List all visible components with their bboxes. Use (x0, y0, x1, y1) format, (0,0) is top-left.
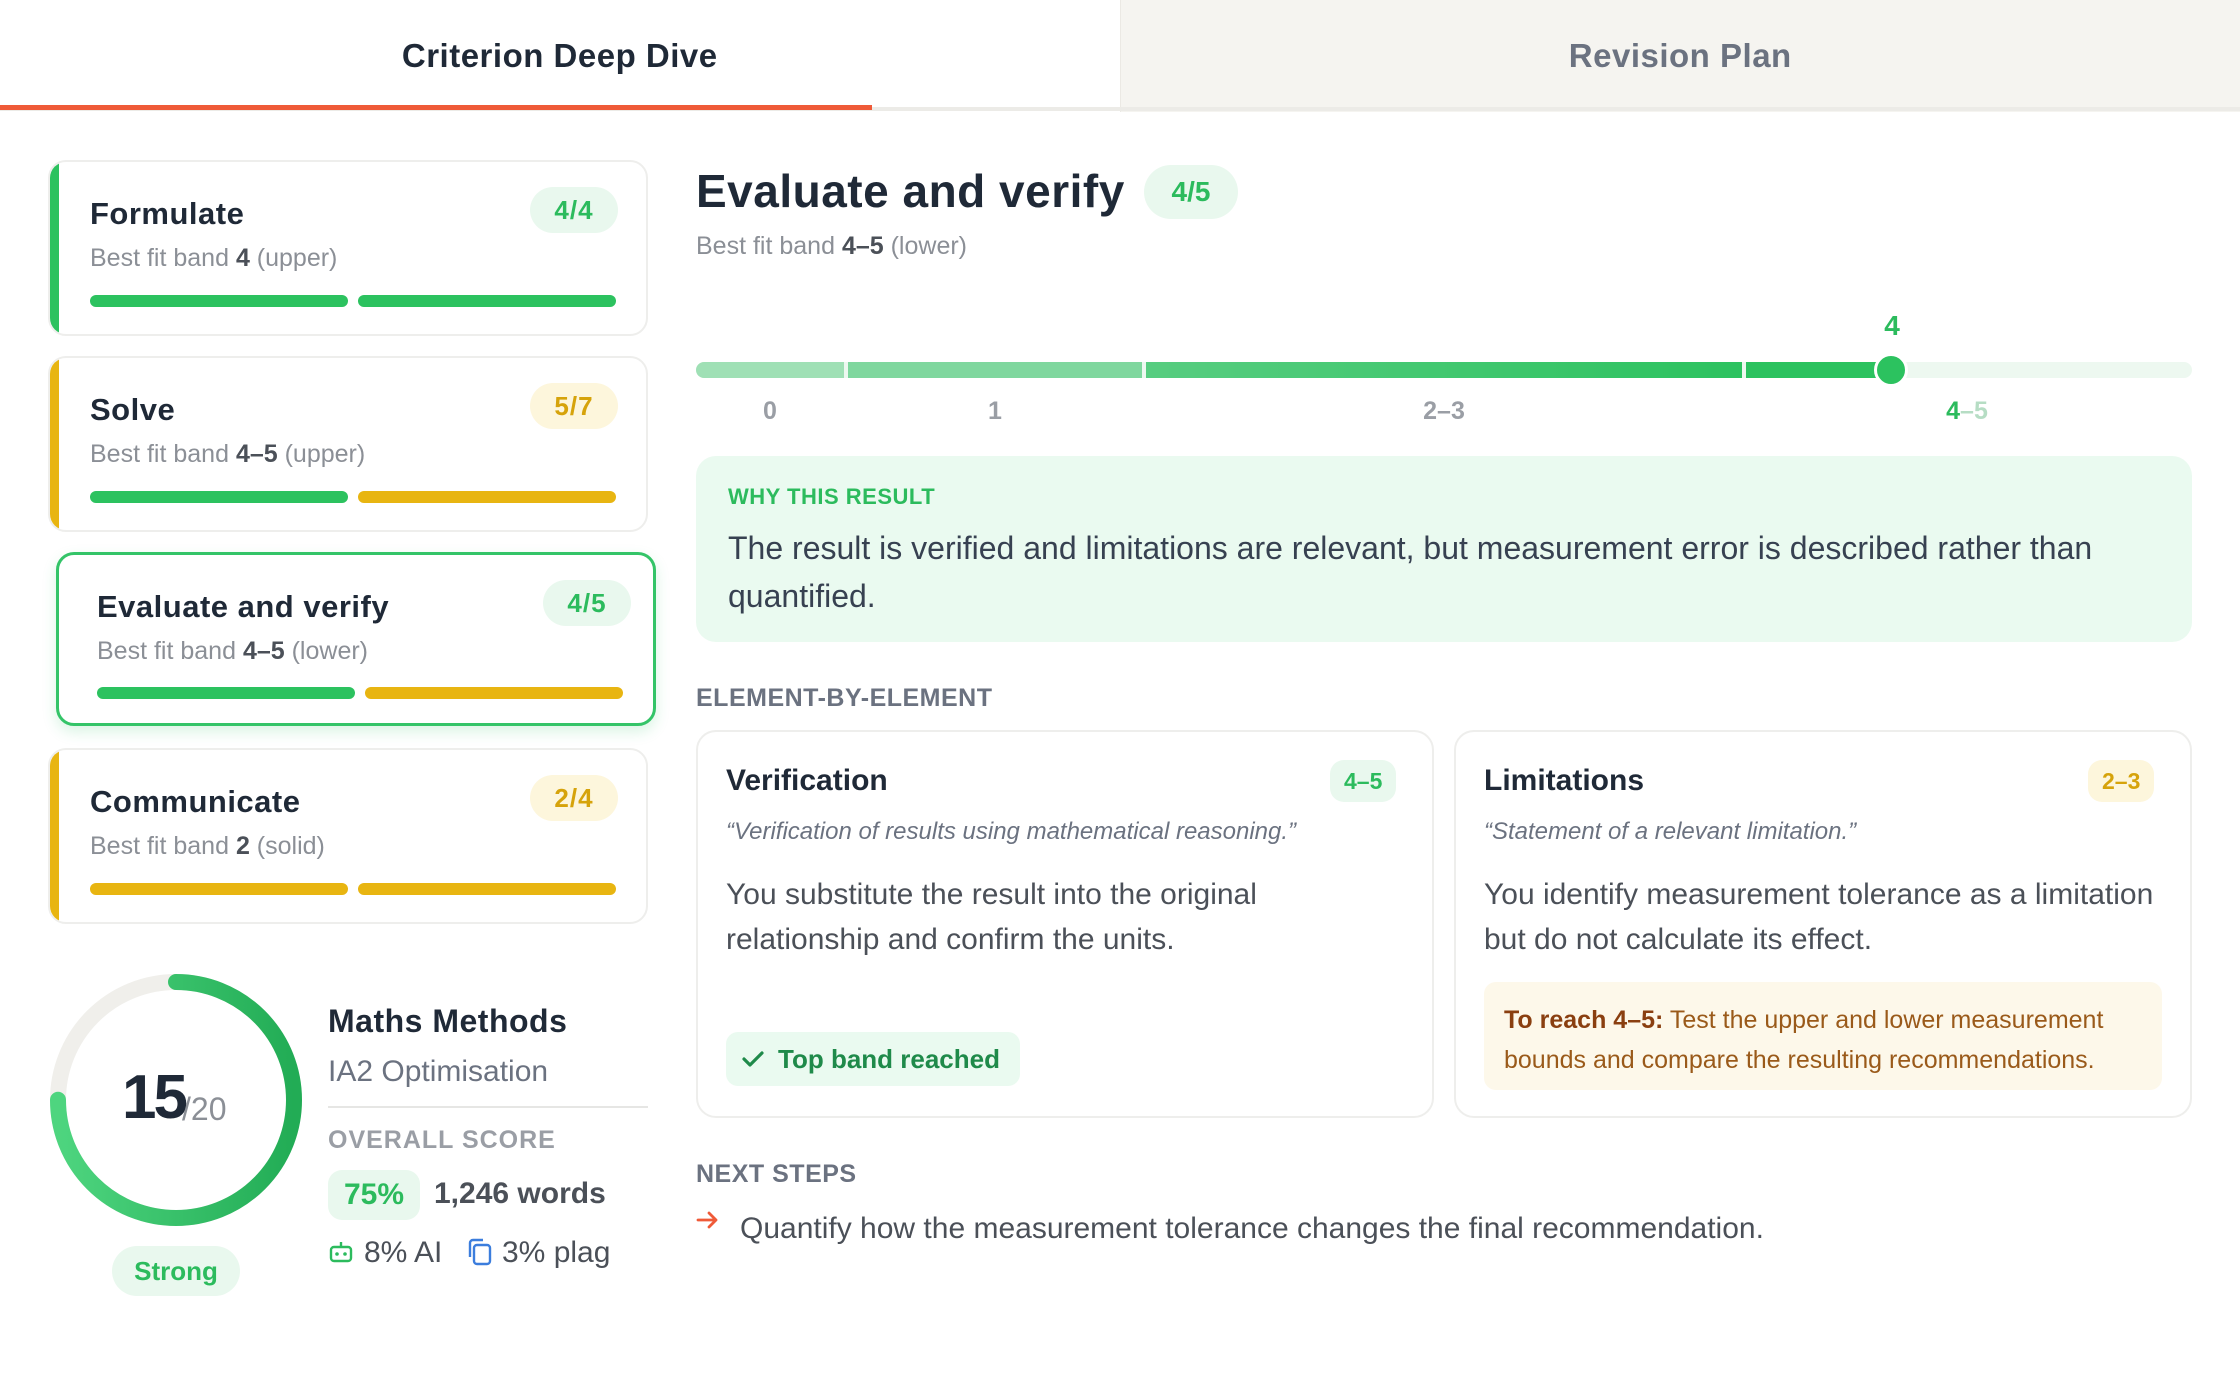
progress-segment (365, 687, 623, 699)
criterion-score-badge: 2/4 (530, 775, 618, 821)
criterion-band: Best fit band 4–5 (lower) (97, 637, 368, 665)
overall-score-value: 15 (122, 1063, 188, 1132)
rating-badge: Strong (112, 1246, 240, 1296)
word-count: 1,246 words (434, 1177, 606, 1210)
criterion-score-badge: 5/7 (530, 383, 618, 429)
criterion-title: Evaluate and verify (97, 589, 390, 624)
tab-revision-plan[interactable]: Revision Plan (1119, 0, 2240, 112)
tab-bar: Criterion Deep Dive Revision Plan (0, 0, 2240, 112)
criterion-title: Formulate (90, 196, 245, 231)
card-accent (50, 162, 59, 334)
element-by-element-label: ELEMENT-BY-ELEMENT (696, 684, 993, 712)
band-tick: 0 (763, 397, 777, 425)
percent-badge: 75% (328, 1170, 420, 1220)
next-step-item: Quantify how the measurement tolerance c… (740, 1212, 1764, 1245)
element-title: Verification (726, 764, 888, 797)
element-feedback: You identify measurement tolerance as a … (1484, 878, 2154, 956)
band-tick-current: 4–5 (1946, 397, 1988, 425)
top-band-badge: Top band reached (726, 1032, 1020, 1086)
criterion-card-communicate[interactable]: Communicate 2/4 Best fit band 2 (solid) (48, 748, 648, 924)
band-tick: 2–3 (1423, 397, 1465, 425)
criterion-card-solve[interactable]: Solve 5/7 Best fit band 4–5 (upper) (48, 356, 648, 532)
criterion-card-evaluate-and-verify[interactable]: Evaluate and verify 4/5 Best fit band 4–… (56, 552, 656, 726)
band-marker (1874, 353, 1908, 387)
progress-segment (90, 883, 348, 895)
progress-segment (358, 883, 616, 895)
next-steps-label: NEXT STEPS (696, 1160, 857, 1188)
detail-band: Best fit band 4–5 (lower) (696, 232, 967, 260)
overall-score-total: /20 (182, 1091, 227, 1127)
card-accent (50, 750, 59, 922)
criterion-title: Communicate (90, 784, 301, 819)
progress-segment (90, 295, 348, 307)
element-title: Limitations (1484, 764, 1645, 797)
robot-icon (329, 1242, 353, 1263)
detail-score-badge: 4/5 (1144, 165, 1238, 219)
criterion-score-badge: 4/4 (530, 187, 618, 233)
plagiarism-percentage: 3% plag (502, 1236, 611, 1269)
criterion-band: Best fit band 4 (upper) (90, 244, 338, 272)
element-band-badge: 4–5 (1330, 760, 1397, 802)
progress-segment (90, 491, 348, 503)
element-card-verification: Verification 4–5 “Verification of result… (696, 730, 1434, 1118)
detail-title: Evaluate and verify (696, 165, 1125, 217)
progress-segment (358, 491, 616, 503)
top-band-text: Top band reached (778, 1043, 1000, 1074)
assessment-name: IA2 Optimisation (328, 1055, 549, 1088)
tab-criterion-deep-dive[interactable]: Criterion Deep Dive (0, 0, 1120, 112)
band-segment (1746, 362, 1892, 378)
copy-icon (468, 1238, 492, 1266)
why-text: The result is verified and limitations a… (728, 530, 2093, 614)
ai-percentage: 8% AI (364, 1236, 443, 1269)
progress-segment (358, 295, 616, 307)
divider (328, 1106, 648, 1108)
criterion-score-badge: 4/5 (543, 580, 631, 626)
to-reach-label: To reach 4–5: (1504, 1006, 1664, 1034)
why-label: WHY THIS RESULT (728, 484, 936, 509)
arrow-right-icon (696, 1211, 718, 1229)
criterion-band: Best fit band 2 (solid) (90, 832, 325, 860)
criterion-card-formulate[interactable]: Formulate 4/4 Best fit band 4 (upper) (48, 160, 648, 336)
progress-segment (97, 687, 355, 699)
band-segment (848, 362, 1142, 378)
band-tick: 1 (988, 397, 1002, 425)
element-quote: “Verification of results using mathemati… (726, 818, 1297, 845)
element-card-limitations: Limitations 2–3 “Statement of a relevant… (1454, 730, 2192, 1118)
element-quote: “Statement of a relevant limitation.” (1484, 818, 1857, 845)
to-reach-box: To reach 4–5: Test the upper and lower m… (1484, 982, 2162, 1090)
element-band-badge: 2–3 (2088, 760, 2155, 802)
element-feedback: You substitute the result into the origi… (726, 878, 1257, 956)
criterion-band: Best fit band 4–5 (upper) (90, 440, 366, 468)
overall-score-label: OVERALL SCORE (328, 1126, 556, 1154)
subject-title: Maths Methods (328, 1003, 568, 1039)
criterion-title: Solve (90, 392, 176, 427)
band-marker-label: 4 (1884, 310, 1900, 341)
check-icon (742, 1051, 764, 1067)
card-accent (50, 358, 59, 530)
band-segment (696, 362, 844, 378)
band-segment (1146, 362, 1742, 378)
why-this-result-box: WHY THIS RESULT The result is verified a… (696, 456, 2192, 642)
active-tab-indicator (0, 105, 872, 110)
